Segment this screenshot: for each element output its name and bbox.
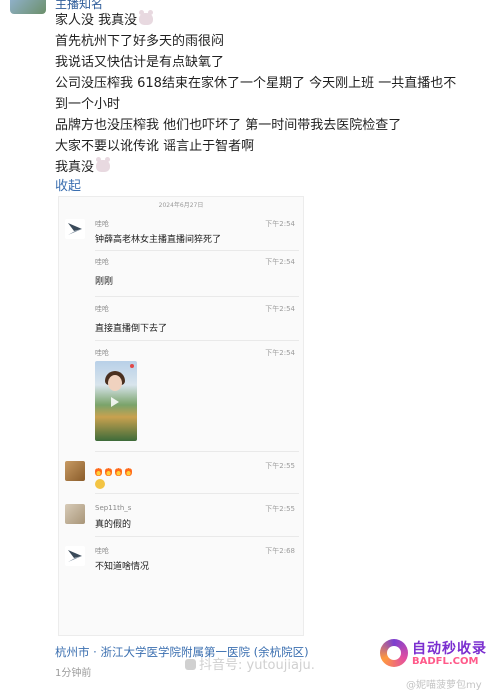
- site-name: 自动秒收录: [412, 641, 487, 657]
- chat-text: 刚刚: [95, 277, 114, 287]
- chat-time: 下午2:68: [265, 547, 295, 555]
- post-line-3: 我说话又快估计是有点缺氧了: [55, 55, 225, 70]
- logo-ring-icon: [380, 639, 408, 667]
- divider: [95, 451, 299, 452]
- post-line-8: 我真没: [55, 157, 485, 178]
- post-line-5: 到一个小时: [55, 97, 121, 112]
- video-thumbnail[interactable]: [95, 361, 137, 441]
- logo-avatar: [65, 219, 85, 239]
- avatar[interactable]: [10, 0, 46, 14]
- top-bar: 主播知名: [0, 0, 500, 14]
- chat-sender: 哇呛: [95, 305, 109, 313]
- watermark: 抖音号: yutoujiaju.: [185, 654, 315, 673]
- chat-text: 直接直播倒下去了: [95, 324, 168, 334]
- chat-screenshot[interactable]: 2024年6月27日 哇呛 下午2:54 钟薛高老林女主播直播间猝死了 哇呛 下…: [58, 196, 304, 636]
- chat-sender: 哇呛: [95, 220, 109, 228]
- chat-text: 钟薛高老林女主播直播间猝死了: [95, 235, 222, 245]
- post-time: 1分钟前: [55, 668, 92, 679]
- play-icon: [111, 397, 119, 407]
- chat-time: 下午2:54: [265, 305, 295, 313]
- chat-time: 下午2:54: [265, 220, 295, 228]
- credit-watermark: @妮喵菠萝包my: [406, 680, 482, 691]
- chat-sender: 哇呛: [95, 547, 109, 555]
- sad-emoji: [95, 474, 105, 493]
- fire-icon: [115, 467, 122, 476]
- post-line-4: 公司没压榨我 618结束在家休了一个星期了 今天刚上班 一共直播也不: [55, 76, 457, 91]
- post-line-6: 品牌方也没压榨我 他们也吓坏了 第一时间带我去医院检查了: [55, 118, 402, 133]
- chat-date: 2024年6月27日: [158, 202, 204, 209]
- chat-sender: 哇呛: [95, 349, 109, 357]
- dog-avatar: [65, 504, 85, 524]
- chat-text: 真的假的: [95, 520, 132, 530]
- divider: [95, 250, 299, 251]
- divider: [95, 493, 299, 494]
- chat-time: 下午2:54: [265, 258, 295, 266]
- cat-avatar: [65, 461, 85, 481]
- post-body: 家人没 我真没 首先杭州下了好多天的雨很闷 我说话又快估计是有点缺氧了 公司没压…: [55, 10, 485, 178]
- mouse-emoji-icon: [96, 157, 111, 172]
- post-line-7: 大家不要以讹传讹 谣言止于智者啊: [55, 139, 255, 154]
- live-dot-icon: [130, 364, 134, 368]
- douyin-icon: [185, 659, 196, 670]
- logo-avatar: [65, 546, 85, 566]
- mouse-emoji-icon: [139, 10, 154, 25]
- sad-face-icon: [95, 479, 105, 489]
- divider: [95, 536, 299, 537]
- site-domain: BADFL.COM: [412, 656, 479, 667]
- fire-icon: [105, 467, 112, 476]
- post-line-2: 首先杭州下了好多天的雨很闷: [55, 34, 225, 49]
- chat-sender: 哇呛: [95, 258, 109, 266]
- chat-time: 下午2:55: [265, 462, 295, 470]
- divider: [95, 340, 299, 341]
- collapse-link[interactable]: 收起: [55, 175, 81, 194]
- site-logo: 自动秒收录 BADFL.COM: [380, 636, 490, 672]
- chat-sender: Sep11th_s: [95, 504, 132, 512]
- chat-time: 下午2:55: [265, 505, 295, 513]
- chat-time: 下午2:54: [265, 349, 295, 357]
- post-line-1: 家人没 我真没: [55, 10, 485, 31]
- chat-text: 不知道啥情况: [95, 562, 150, 572]
- fire-icon: [125, 467, 132, 476]
- divider: [95, 296, 299, 297]
